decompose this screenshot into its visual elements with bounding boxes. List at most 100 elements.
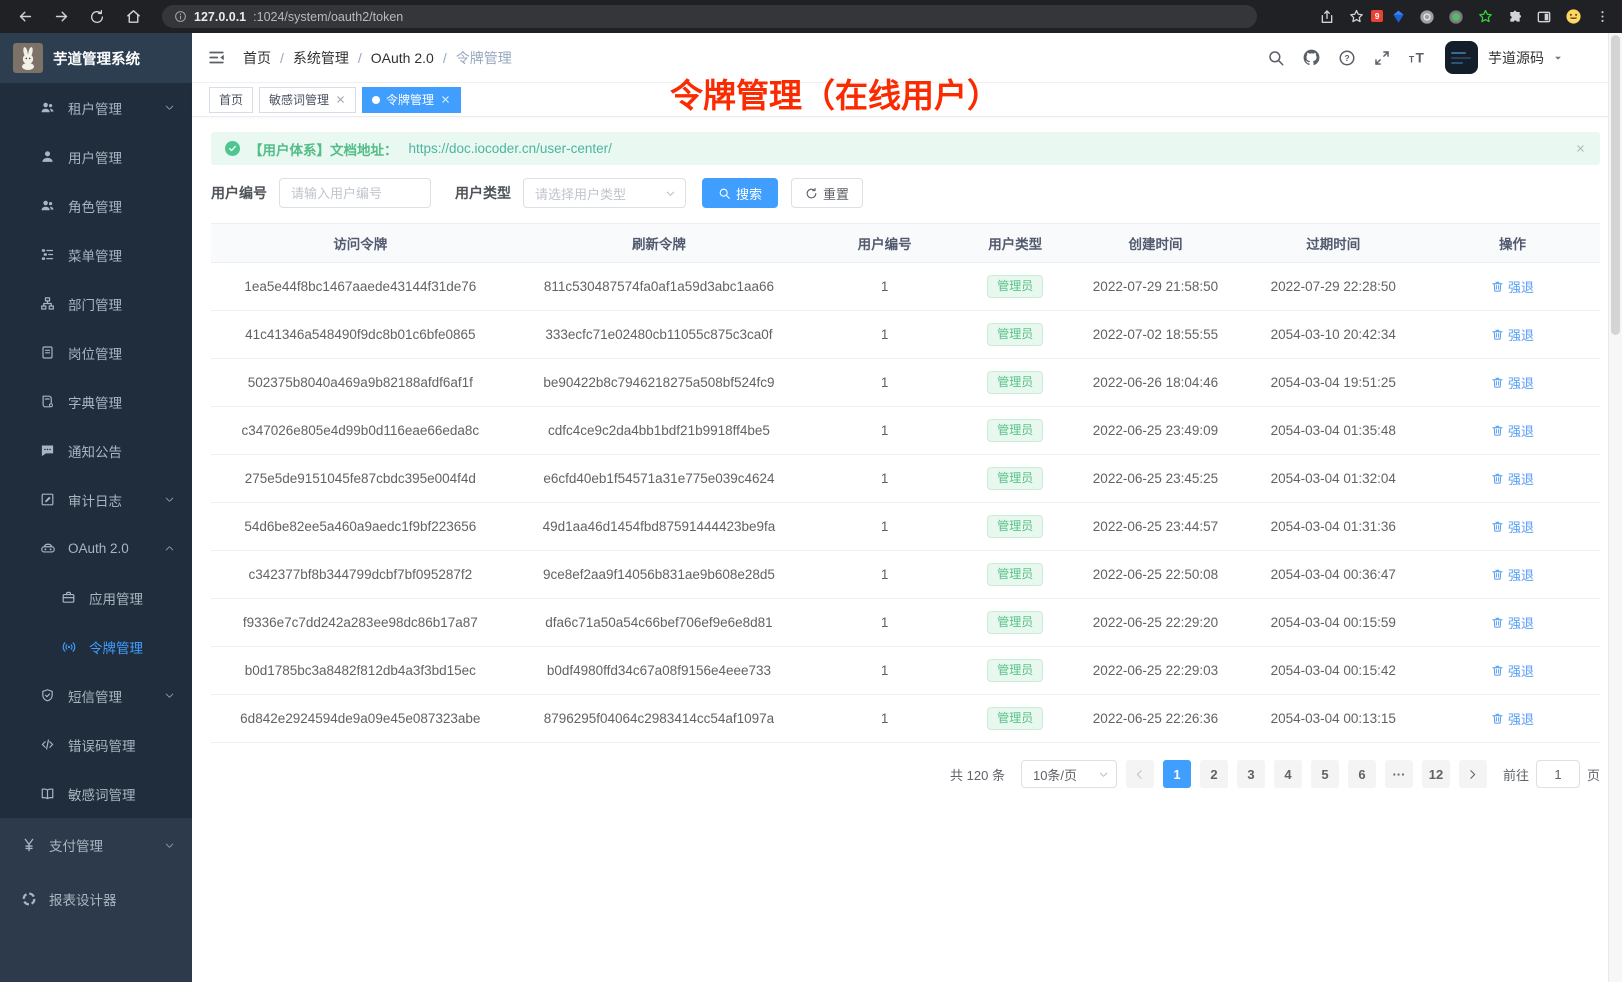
user-avatar[interactable]	[1445, 41, 1478, 74]
sidebar-menu-item[interactable]: OAuth 2.0	[0, 524, 192, 573]
sidebar-menu-item[interactable]: 应用管理	[0, 573, 192, 622]
sidebar-menu-item[interactable]: 岗位管理	[0, 328, 192, 377]
breadcrumb-item[interactable]: OAuth 2.0/	[371, 50, 456, 66]
user-id-cell: 1	[808, 455, 961, 503]
browser-home-button[interactable]	[120, 4, 146, 30]
sidebar-menu-item[interactable]: 通知公告	[0, 426, 192, 475]
sidebar-menu-item[interactable]: 部门管理	[0, 279, 192, 328]
sidebar-menu-item[interactable]: 用户管理	[0, 132, 192, 181]
menu-item-icon	[40, 296, 57, 311]
gray-extension-icon[interactable]	[1419, 9, 1435, 25]
page-tag[interactable]: 令牌管理	[362, 87, 461, 113]
sidebar-menu-item[interactable]: 租户管理	[0, 83, 192, 132]
page-number-button[interactable]: ···	[1385, 760, 1413, 788]
fullscreen-icon[interactable]	[1373, 49, 1391, 67]
app-logo-row[interactable]: 芋道管理系统	[0, 33, 192, 83]
prev-page-button[interactable]	[1126, 760, 1154, 788]
browser-refresh-button[interactable]	[84, 4, 110, 30]
extensions-puzzle-icon[interactable]	[1507, 9, 1523, 25]
force-logout-button[interactable]: 强退	[1491, 421, 1534, 440]
page-scrollbar[interactable]	[1608, 33, 1622, 982]
user-id-input[interactable]	[279, 178, 431, 208]
user-name[interactable]: 芋道源码	[1488, 48, 1544, 68]
page-tag[interactable]: 首页	[209, 87, 253, 113]
browser-forward-button[interactable]	[48, 4, 74, 30]
trash-icon	[1491, 328, 1504, 341]
next-page-button[interactable]	[1459, 760, 1487, 788]
user-type-badge: 管理员	[987, 707, 1043, 731]
force-logout-button[interactable]: 强退	[1491, 661, 1534, 680]
gem-extension-icon[interactable]	[1391, 9, 1406, 24]
expire-time-cell: 2054-03-04 00:15:42	[1242, 647, 1425, 695]
force-logout-button[interactable]: 强退	[1491, 613, 1534, 632]
user-type-cell: 管理员	[961, 551, 1069, 599]
sidebar-menu-item[interactable]: 令牌管理	[0, 622, 192, 671]
page-number-button[interactable]: 2	[1200, 760, 1228, 788]
user-type-select[interactable]: 请选择用户类型	[523, 178, 686, 208]
browser-back-button[interactable]	[12, 4, 38, 30]
force-logout-button[interactable]: 强退	[1491, 469, 1534, 488]
search-icon[interactable]	[1267, 49, 1285, 67]
force-logout-button[interactable]: 强退	[1491, 277, 1534, 296]
action-cell: 强退	[1425, 503, 1600, 551]
sidebar-menu-item[interactable]: 审计日志	[0, 475, 192, 524]
user-menu-caret-icon[interactable]	[1553, 53, 1563, 63]
reset-button[interactable]: 重置	[791, 178, 863, 208]
breadcrumb-item[interactable]: 令牌管理	[456, 48, 530, 68]
page-tag[interactable]: 敏感词管理	[259, 87, 356, 113]
user-type-badge: 管理员	[987, 515, 1043, 539]
force-logout-button[interactable]: 强退	[1491, 325, 1534, 344]
breadcrumb-item[interactable]: 首页/	[243, 48, 293, 68]
page-number-button[interactable]: 4	[1274, 760, 1302, 788]
site-info-icon[interactable]	[174, 10, 187, 23]
menu-item-icon	[40, 492, 57, 507]
profile-emoji-icon[interactable]	[1565, 8, 1582, 25]
sidebar-menu-item[interactable]: 短信管理	[0, 671, 192, 720]
search-button[interactable]: 搜索	[702, 178, 778, 208]
scrollbar-thumb[interactable]	[1611, 35, 1620, 335]
force-logout-button[interactable]: 强退	[1491, 373, 1534, 392]
share-icon[interactable]	[1319, 9, 1335, 25]
tag-close-icon[interactable]	[440, 94, 451, 105]
bookmark-star-icon[interactable]	[1348, 8, 1365, 25]
address-bar[interactable]: 127.0.0.1:1024/system/oauth2/token	[162, 5, 1257, 28]
page-number-button[interactable]: 1	[1163, 760, 1191, 788]
github-icon[interactable]	[1302, 48, 1321, 67]
green-extension-icon[interactable]	[1448, 9, 1464, 25]
sidebar-menu-item[interactable]: 角色管理	[0, 181, 192, 230]
help-icon[interactable]: ?	[1338, 49, 1356, 67]
menu-item-label: 部门管理	[68, 294, 122, 314]
app-frame: 芋道管理系统 租户管理 用户管理 角色管理 菜单管理	[0, 33, 1622, 982]
split-screen-icon[interactable]	[1536, 9, 1552, 25]
sidebar-menu-item[interactable]: 报表设计器	[0, 872, 192, 926]
alert-close-icon[interactable]	[1575, 143, 1586, 154]
table-row: f9336e7c7dd242a283ee98dc86b17a87 dfa6c71…	[211, 599, 1600, 647]
sidebar-menu-item[interactable]: 字典管理	[0, 377, 192, 426]
action-cell: 强退	[1425, 551, 1600, 599]
sidebar-menu-item[interactable]: 菜单管理	[0, 230, 192, 279]
page-size-select[interactable]: 10条/页	[1021, 760, 1117, 788]
force-logout-button[interactable]: 强退	[1491, 565, 1534, 584]
page-number-button[interactable]: 5	[1311, 760, 1339, 788]
user-type-cell: 管理员	[961, 647, 1069, 695]
page-number-button[interactable]: 3	[1237, 760, 1265, 788]
sidebar-menu-item[interactable]: 支付管理	[0, 818, 192, 872]
table-body: 1ea5e44f8bc1467aaede43144f31de76 811c530…	[211, 263, 1600, 743]
doc-link[interactable]: https://doc.iocoder.cn/user-center/	[409, 141, 612, 156]
sidebar-menu-item[interactable]: 敏感词管理	[0, 769, 192, 818]
tag-close-icon[interactable]	[335, 94, 346, 105]
browser-menu-icon[interactable]	[1595, 9, 1610, 24]
breadcrumb-item[interactable]: 系统管理/	[293, 48, 371, 68]
sidebar-collapse-icon[interactable]	[207, 48, 226, 67]
force-logout-button[interactable]: 强退	[1491, 517, 1534, 536]
menu-item-label: 字典管理	[68, 392, 122, 412]
refresh-token-cell: 333ecfc71e02480cb11055c875c3ca0f	[510, 311, 809, 359]
page-number-button[interactable]: 12	[1422, 760, 1450, 788]
tag-label: 敏感词管理	[269, 91, 329, 108]
goto-page-input[interactable]	[1536, 760, 1580, 788]
page-number-button[interactable]: 6	[1348, 760, 1376, 788]
sidebar-menu-item[interactable]: 错误码管理	[0, 720, 192, 769]
font-size-icon[interactable]: TT	[1408, 48, 1428, 68]
green-star-extension-icon[interactable]	[1477, 8, 1494, 25]
force-logout-button[interactable]: 强退	[1491, 709, 1534, 728]
